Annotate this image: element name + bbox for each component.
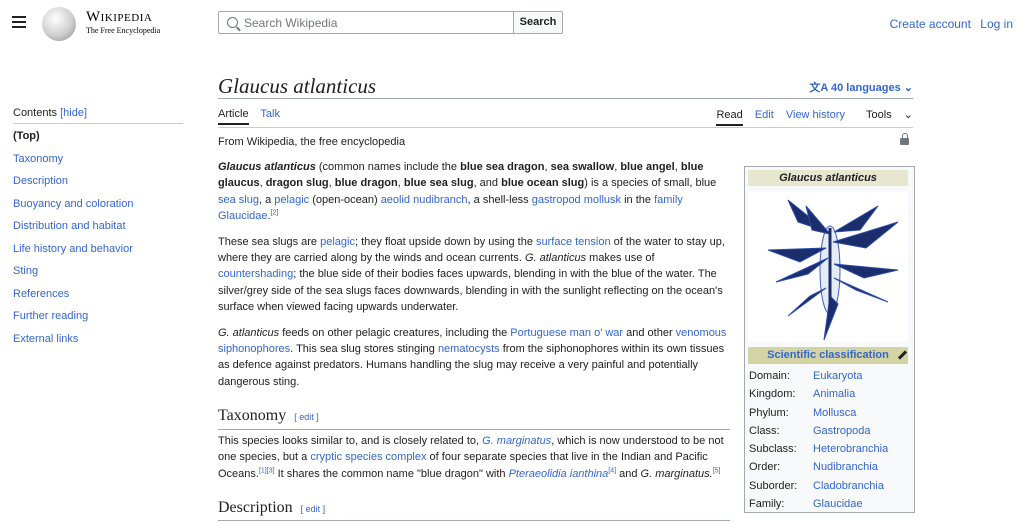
- taxonomy-paragraph: This species looks similar to, and is cl…: [218, 434, 724, 480]
- section-heading-description: Description[ edit ]: [218, 499, 730, 522]
- pelagic-link[interactable]: pelagic: [274, 194, 309, 206]
- toc-item-life-history[interactable]: Life history and behavior: [13, 243, 133, 266]
- site-subtitle: From Wikipedia, the free encyclopedia: [218, 136, 406, 148]
- classification-link[interactable]: Gastropoda: [813, 425, 870, 437]
- citation-ref[interactable]: [4]: [608, 467, 616, 474]
- toc-heading: Contents: [13, 107, 58, 119]
- wikipedia-globe-logo[interactable]: [42, 7, 76, 41]
- classification-link[interactable]: Cladobranchia: [813, 480, 884, 492]
- view-tabs: Read Edit View history Tools ⌄: [707, 108, 913, 126]
- classification-row: Order: Nudibranchia: [749, 461, 878, 474]
- translate-icon: 文A: [809, 82, 828, 94]
- toc-item-sting[interactable]: Sting: [13, 265, 133, 288]
- classification-link[interactable]: Heterobranchia: [813, 443, 888, 455]
- intro-paragraph-1: Glaucus atlanticus (common names include…: [218, 161, 717, 223]
- title-divider: [218, 98, 913, 99]
- toc-item-description[interactable]: Description: [13, 175, 133, 198]
- toc-item-taxonomy[interactable]: Taxonomy: [13, 153, 133, 176]
- article-body: Glaucus atlanticus (common names include…: [218, 159, 730, 524]
- edit-section-description[interactable]: [ edit ]: [301, 504, 326, 514]
- portuguese-man-o-war-link[interactable]: Portuguese man o' war: [510, 327, 623, 339]
- tools-label: Tools: [866, 109, 892, 121]
- classification-link[interactable]: Mollusca: [813, 407, 856, 419]
- user-links: Create account Log in: [884, 17, 1013, 31]
- classification-link[interactable]: Glaucidae: [813, 498, 863, 510]
- classification-link[interactable]: Animalia: [813, 388, 855, 400]
- namespace-tabs: Article Talk: [218, 108, 289, 125]
- classification-row: Family: Glaucidae: [749, 498, 863, 511]
- infobox: Glaucus atlanticus Scientific classifica…: [744, 166, 915, 513]
- pteraeolidia-link[interactable]: Pteraeolidia ianthina: [509, 468, 609, 480]
- search-button[interactable]: Search: [513, 11, 563, 34]
- toc-divider: [13, 123, 183, 124]
- tab-edit[interactable]: Edit: [755, 109, 774, 121]
- classification-link[interactable]: Eukaryota: [813, 370, 863, 382]
- intro-paragraph-2: These sea slugs are pelagic; they float …: [218, 235, 725, 314]
- classification-row: Phylum: Mollusca: [749, 406, 857, 419]
- tab-talk[interactable]: Talk: [260, 108, 280, 120]
- language-count: 40 languages: [831, 82, 901, 94]
- toc-item-external-links[interactable]: External links: [13, 333, 133, 356]
- page-title: Glaucus atlanticus: [218, 74, 377, 98]
- classification-row: Subclass: Heterobranchia: [749, 443, 889, 456]
- tab-read[interactable]: Read: [716, 109, 743, 126]
- pencil-edit-icon[interactable]: [897, 350, 908, 360]
- classification-table: Domain: Eukaryota Kingdom: Animalia Phylum…: [749, 367, 888, 513]
- citation-ref[interactable]: [5]: [713, 467, 721, 474]
- tabs-divider: [218, 127, 913, 128]
- edit-section-taxonomy[interactable]: [ edit ]: [294, 412, 319, 422]
- search-box[interactable]: [218, 11, 514, 34]
- classification-row: Suborder: Cladobranchia: [749, 479, 884, 492]
- toc-item-further-reading[interactable]: Further reading: [13, 310, 133, 333]
- scientific-classification-label[interactable]: Scientific classification: [767, 349, 889, 361]
- glaucus-atlanticus-image[interactable]: [748, 192, 908, 342]
- classification-row: Class: Gastropoda: [749, 424, 871, 437]
- toc-item-top[interactable]: (Top): [13, 130, 133, 153]
- toc-item-distribution[interactable]: Distribution and habitat: [13, 220, 133, 243]
- main-menu-icon[interactable]: [12, 16, 26, 31]
- section-heading-taxonomy: Taxonomy[ edit ]: [218, 408, 730, 430]
- toc-hide-link[interactable]: [hide]: [60, 107, 87, 119]
- language-button[interactable]: 文A 40 languages ⌄: [809, 79, 913, 95]
- tab-article[interactable]: Article: [218, 108, 249, 125]
- table-of-contents: (Top) Taxonomy Description Buoyancy and …: [13, 130, 133, 355]
- sea-slug-link[interactable]: sea slug: [218, 194, 259, 206]
- aeolid-nudibranch-link[interactable]: aeolid nudibranch: [381, 194, 468, 206]
- intro-paragraph-3: G. atlanticus feeds on other pelagic cre…: [218, 326, 727, 388]
- wikipedia-wordmark[interactable]: Wikipedia: [86, 9, 152, 26]
- search-input[interactable]: [244, 15, 504, 30]
- infobox-title: Glaucus atlanticus: [748, 170, 908, 186]
- g-marginatus-link[interactable]: G. marginatus: [482, 435, 551, 447]
- scientific-classification-header[interactable]: Scientific classification: [748, 347, 908, 364]
- log-in-link[interactable]: Log in: [980, 17, 1013, 31]
- pelagic-link-2[interactable]: pelagic: [320, 236, 355, 248]
- chevron-down-icon: ⌄: [903, 109, 913, 121]
- lock-icon[interactable]: [900, 133, 909, 145]
- classification-row: Domain: Eukaryota: [749, 370, 863, 382]
- citation-ref[interactable]: [1][3]: [259, 467, 275, 474]
- surface-tension-link[interactable]: surface tension: [536, 236, 611, 248]
- tab-view-history[interactable]: View history: [786, 109, 845, 121]
- nematocysts-link[interactable]: nematocysts: [438, 343, 500, 355]
- toc-title: Contents [hide]: [13, 107, 87, 119]
- create-account-link[interactable]: Create account: [890, 17, 971, 31]
- tools-menu[interactable]: Tools ⌄: [857, 109, 913, 121]
- gastropod-mollusk-link[interactable]: gastropod mollusk: [532, 194, 621, 206]
- toc-item-buoyancy[interactable]: Buoyancy and coloration: [13, 198, 133, 221]
- chevron-down-icon: ⌄: [903, 82, 913, 94]
- classification-row: Kingdom: Animalia: [749, 388, 856, 401]
- cryptic-species-complex-link[interactable]: cryptic species complex: [310, 451, 426, 463]
- citation-ref[interactable]: [2]: [271, 210, 279, 217]
- classification-link[interactable]: Nudibranchia: [813, 461, 878, 473]
- wikipedia-tagline: The Free Encyclopedia: [86, 26, 161, 35]
- toc-item-references[interactable]: References: [13, 288, 133, 311]
- search-icon: [227, 17, 238, 28]
- countershading-link[interactable]: countershading: [218, 268, 293, 280]
